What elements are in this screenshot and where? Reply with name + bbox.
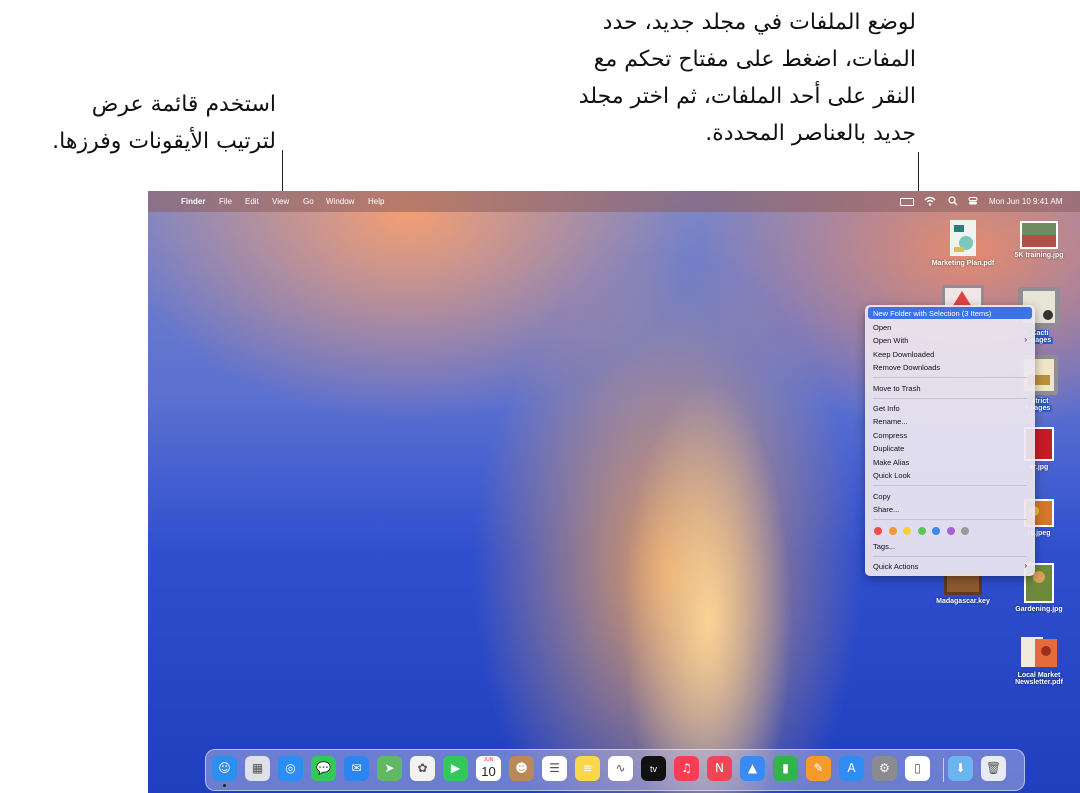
running-indicator xyxy=(223,784,226,787)
callout-new-folder: لوضع الملفات في مجلد جديد، حدد المفات، ا… xyxy=(526,4,916,152)
context-menu: New Folder with Selection (3 Items) Open… xyxy=(865,305,1035,576)
wifi-icon[interactable] xyxy=(924,196,936,208)
photo-icon xyxy=(1020,221,1058,249)
chevron-right-icon: › xyxy=(1024,561,1027,570)
menu-separator xyxy=(873,556,1027,557)
menu-item-move-to-trash[interactable]: Move to Trash xyxy=(873,384,921,393)
menu-item-share[interactable]: Share... xyxy=(873,505,899,514)
desktop-file-label: Local Market Newsletter.pdf xyxy=(1015,672,1063,686)
tag-color-dot[interactable] xyxy=(946,527,955,535)
callout-view-menu: استخدم قائمة عرض لترتيب الأيقونات وفرزها… xyxy=(6,86,276,160)
callout-line-3: النقر على أحد الملفات، ثم اختر مجلد xyxy=(578,84,916,109)
tag-color-dot[interactable] xyxy=(961,527,969,535)
reminders-icon[interactable]: ☰ xyxy=(542,756,567,781)
callout-line-1: لوضع الملفات في مجلد جديد، حدد xyxy=(602,10,916,35)
menu-separator xyxy=(873,485,1027,486)
safari-icon[interactable]: ◎ xyxy=(278,756,303,781)
pages-icon[interactable]: ✎ xyxy=(806,756,831,781)
menu-separator xyxy=(873,377,1027,378)
menu-item-keep-downloaded[interactable]: Keep Downloaded xyxy=(873,350,934,359)
menu-item-duplicate[interactable]: Duplicate xyxy=(873,444,904,453)
desktop-file-label: Gardening.jpg xyxy=(1015,606,1063,613)
tag-color-dot[interactable] xyxy=(932,527,940,535)
menu-help[interactable]: Help xyxy=(368,197,384,206)
menu-item-remove-downloads[interactable]: Remove Downloads xyxy=(873,363,940,372)
battery-icon[interactable] xyxy=(900,198,914,206)
desktop-file-label: 5K training.jpg xyxy=(1014,252,1064,259)
menu-item-rename[interactable]: Rename... xyxy=(873,417,908,426)
contacts-icon[interactable]: ☻ xyxy=(509,756,534,781)
menu-item-quick-look[interactable]: Quick Look xyxy=(873,471,911,480)
menu-finder[interactable]: Finder xyxy=(181,197,205,206)
freeform-icon[interactable]: ∿ xyxy=(608,756,633,781)
menu-item-new-folder-with-selection[interactable]: New Folder with Selection (3 Items) xyxy=(873,309,991,318)
calendar-month: JUN xyxy=(483,757,494,763)
menu-bar: Finder File Edit View Go Window Help Mon… xyxy=(148,191,1080,212)
mail-icon[interactable]: ✉ xyxy=(344,756,369,781)
downloads-folder-icon[interactable]: ⬇ xyxy=(948,756,973,781)
dock: ☺ ▦ ◎ 💬 ✉ ➤ ✿ ▶ JUN 10 ☻ ☰ ≡ ∿ tv ♫ N ▲ ▮ ✎ A ⚙ ▯ ⬇ 🗑 xyxy=(205,749,1025,791)
trash-icon[interactable]: 🗑 xyxy=(981,756,1006,781)
notes-icon[interactable]: ≡ xyxy=(575,756,600,781)
menu-item-get-info[interactable]: Get Info xyxy=(873,404,900,413)
control-center-icon[interactable] xyxy=(968,196,978,208)
finder-icon[interactable]: ☺ xyxy=(212,756,237,781)
desktop-file-5k-training[interactable]: 5K training.jpg xyxy=(1004,221,1074,259)
tag-color-dot[interactable] xyxy=(888,527,897,535)
pdf-document-icon xyxy=(1021,637,1057,667)
keynote-icon[interactable]: ▲ xyxy=(740,756,765,781)
desktop-file-marketing-plan[interactable]: Marketing Plan.pdf xyxy=(928,219,998,267)
menu-item-compress[interactable]: Compress xyxy=(873,431,907,440)
chevron-right-icon: › xyxy=(1024,335,1027,344)
app-store-icon[interactable]: A xyxy=(839,756,864,781)
desktop-screen: Finder File Edit View Go Window Help Mon… xyxy=(148,191,1080,793)
calendar-icon[interactable]: JUN 10 xyxy=(476,756,501,781)
menu-item-make-alias[interactable]: Make Alias xyxy=(873,458,909,467)
facetime-icon[interactable]: ▶ xyxy=(443,756,468,781)
photos-icon[interactable]: ✿ xyxy=(410,756,435,781)
calendar-day: 10 xyxy=(481,764,496,779)
news-icon[interactable]: N xyxy=(707,756,732,781)
menu-go[interactable]: Go xyxy=(303,197,314,206)
dock-divider xyxy=(943,758,944,782)
tag-color-dot[interactable] xyxy=(903,527,911,535)
menu-window[interactable]: Window xyxy=(326,197,354,206)
tag-color-dot[interactable] xyxy=(874,527,882,535)
desktop-file-label: Madagascar.key xyxy=(936,598,990,605)
search-icon[interactable] xyxy=(948,196,958,208)
menu-separator xyxy=(873,398,1027,399)
menu-item-copy[interactable]: Copy xyxy=(873,492,891,501)
numbers-icon[interactable]: ▮ xyxy=(773,756,798,781)
menu-item-open[interactable]: Open xyxy=(873,323,891,332)
menu-datetime[interactable]: Mon Jun 10 9:41 AM xyxy=(989,197,1062,206)
launchpad-icon[interactable]: ▦ xyxy=(245,756,270,781)
desktop-file-local-market-newsletter[interactable]: Local Market Newsletter.pdf xyxy=(1004,635,1074,686)
desktop-file-madagascar[interactable]: Madagascar.key xyxy=(928,571,998,605)
messages-icon[interactable]: 💬 xyxy=(311,756,336,781)
menu-item-tags[interactable]: Tags... xyxy=(873,542,895,551)
tv-icon[interactable]: tv xyxy=(641,756,666,781)
callout-line-4: جديد بالعناصر المحددة. xyxy=(705,121,916,146)
music-icon[interactable]: ♫ xyxy=(674,756,699,781)
system-settings-icon[interactable]: ⚙ xyxy=(872,756,897,781)
callout-line-1: استخدم قائمة عرض xyxy=(91,92,276,117)
menu-view[interactable]: View xyxy=(272,197,289,206)
tag-color-dot[interactable] xyxy=(917,527,926,535)
menu-separator xyxy=(873,519,1027,520)
callout-line-2: المفات، اضغط على مفتاح تحكم مع xyxy=(593,47,916,72)
menu-edit[interactable]: Edit xyxy=(245,197,259,206)
maps-icon[interactable]: ➤ xyxy=(377,756,402,781)
callout-line-2: لترتيب الأيقونات وفرزها. xyxy=(52,129,276,154)
pdf-document-icon xyxy=(950,220,976,256)
tv-label: tv xyxy=(649,764,657,774)
iphone-mirroring-icon[interactable]: ▯ xyxy=(905,756,930,781)
callout-pointer-left xyxy=(282,150,283,196)
desktop-file-label: Marketing Plan.pdf xyxy=(931,260,995,267)
menu-item-quick-actions[interactable]: Quick Actions xyxy=(873,562,918,571)
menu-file[interactable]: File xyxy=(219,197,232,206)
menu-item-open-with[interactable]: Open With xyxy=(873,336,908,345)
